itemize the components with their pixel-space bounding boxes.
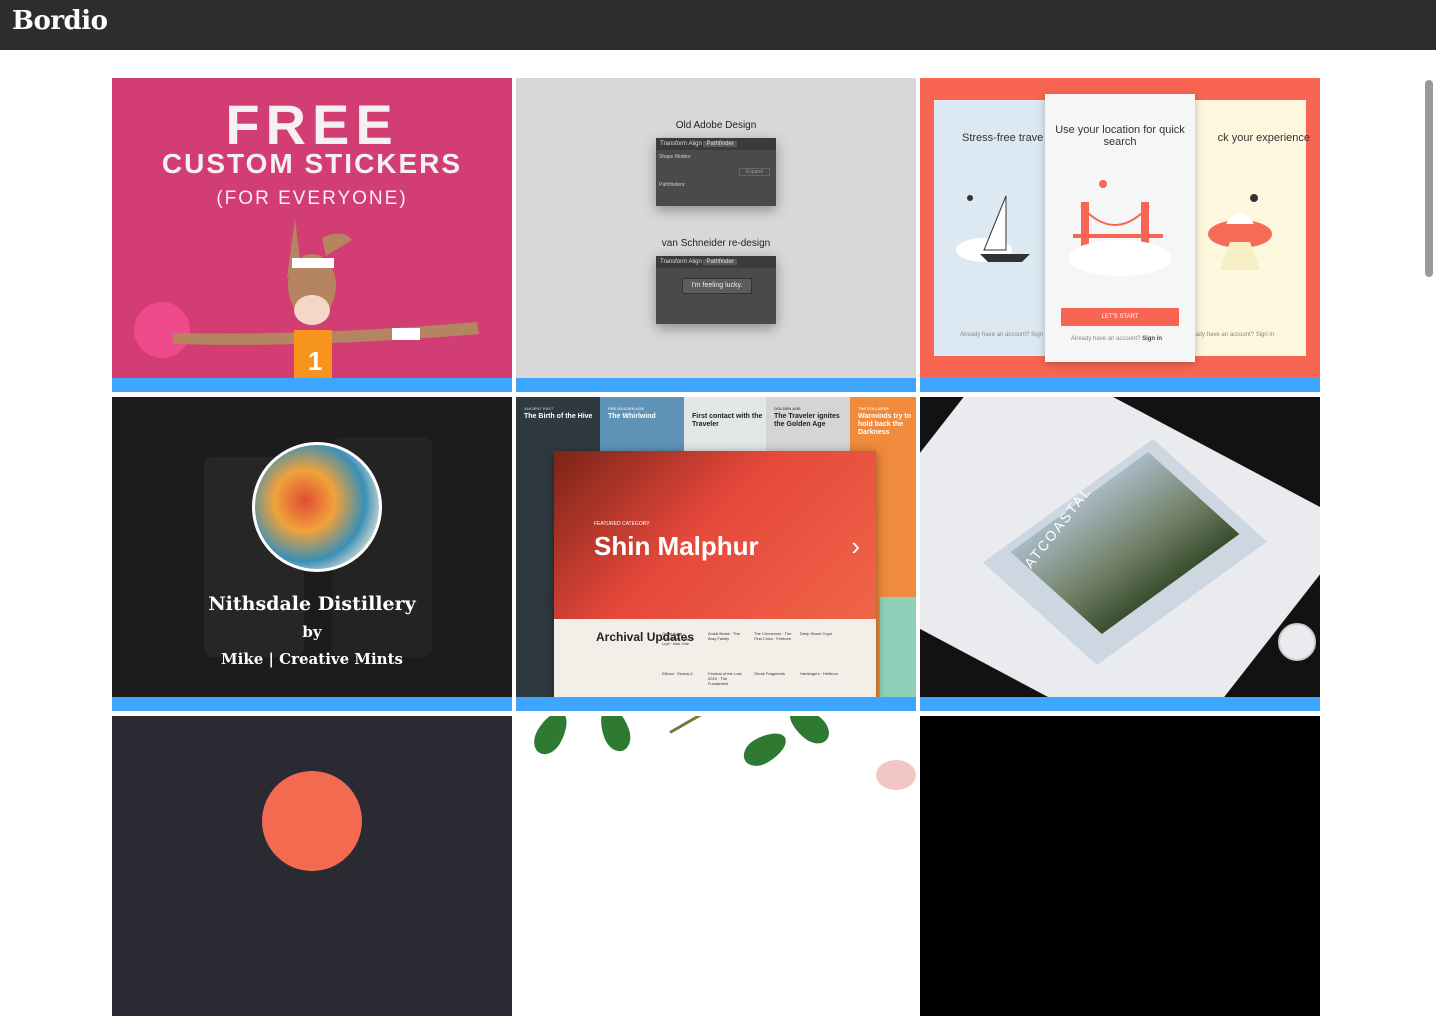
card-thumbnail: ATCOASTAL [920,397,1320,697]
right-account-text: ready have an account? Sign in [1190,332,1275,338]
card-leaves[interactable] [516,716,916,1030]
panel-tabs: Transform Align Pathfinder [656,256,776,268]
card-location-app[interactable]: Stress-free trave Already have an accoun… [920,78,1320,392]
author-name: Mike | Creative Mints [221,650,403,668]
chevron-right-icon: › [851,531,860,561]
by-label: by [302,623,322,641]
center-account-text: Already have an account? Sign in [1071,336,1163,342]
shin-card: FEATURED CATEGORY Shin Malphur › Archiva… [554,451,876,697]
card-thumbnail [516,716,916,1016]
card-accent-bar [920,378,1320,392]
leaf [783,716,835,750]
left-phone-screen: Stress-free trave Already have an accoun… [934,100,1054,356]
orange-circle [262,771,362,871]
top-bar: Bordio [0,0,1436,50]
jersey-number: 1 [308,346,322,376]
author-avatar [252,442,382,572]
left-account-text: Already have an account? Sign [960,332,1044,338]
old-design-label: Old Adobe Design [675,120,757,131]
hero-title: Shin Malphur [594,531,759,561]
app-logo[interactable]: Bordio [12,6,108,36]
shape-modes-label: Shape Modes: [659,154,692,160]
redesign-label: van Schneider re-design [661,238,771,249]
panel-tabs: Transform Align Pathfinder [656,138,776,150]
card-thumbnail: Old Adobe Design Transform Align Pathfin… [516,78,916,378]
card-thumbnail: Nithsdale Distillery by Mike | Creative … [112,397,512,697]
sailboat-icon [956,195,1030,262]
old-pathfinder-panel: Transform Align Pathfinder Shape Modes: … [656,138,776,206]
petal [876,760,916,790]
leaf [738,726,792,772]
card-shin-malphur[interactable]: ANCIENT PAST The Birth of the Hive PRE-G… [516,397,916,711]
card-black[interactable] [920,716,1320,1030]
leaf [594,716,636,756]
leaf [528,716,574,760]
card-thumbnail: FREE CUSTOM STICKERS (FOR EVERYONE) 1 [112,78,512,378]
location-prompt: Use your location for quick search [1055,124,1185,148]
bridge-icon [1068,180,1172,276]
right-phone-screen: ck your experience ready have an account… [1190,100,1310,356]
card-pathfinder[interactable]: Old Adobe Design Transform Align Pathfin… [516,78,916,392]
card-stickers[interactable]: FREE CUSTOM STICKERS (FOR EVERYONE) 1 [112,78,512,392]
card-accent-bar [112,697,512,711]
shot-title: Nithsdale Distillery [208,593,416,615]
twig [669,716,723,734]
card-accent-bar [516,697,916,711]
card-thumbnail [112,716,512,1016]
card-accent-bar [920,697,1320,711]
right-screen-text: ck your experience [1217,132,1310,144]
card-thumbnail [920,716,1320,1016]
featured-kicker: FEATURED CATEGORY [594,521,650,527]
lucky-button: I'm feeling lucky. [682,278,752,294]
home-button [1278,623,1316,661]
lets-start-button: LET'S START [1061,308,1179,326]
gallery-grid: FREE CUSTOM STICKERS (FOR EVERYONE) 1 Ol… [112,78,1320,1016]
card-distillery[interactable]: Nithsdale Distillery by Mike | Creative … [112,397,512,711]
card-thumbnail: ANCIENT PAST The Birth of the Hive PRE-G… [516,397,916,697]
card-thumbnail: Stress-free trave Already have an accoun… [920,78,1320,378]
new-pathfinder-panel: Transform Align Pathfinder I'm feeling l… [656,256,776,324]
donkey-illustration: 1 [134,218,479,378]
card-accent-bar [112,378,512,392]
card-iphone-app[interactable]: ATCOASTAL [920,397,1320,711]
card-accent-bar [516,378,916,392]
ufo-icon [1208,194,1272,270]
center-phone-screen: Use your location for quick search LET'S… [1045,94,1195,362]
card-dark-orange[interactable] [112,716,512,1030]
scrollbar-thumb[interactable] [1425,80,1433,277]
hero-image: FEATURED CATEGORY Shin Malphur › [554,451,876,619]
expand-button: Expand [739,168,770,176]
timeline-strip [880,597,916,697]
